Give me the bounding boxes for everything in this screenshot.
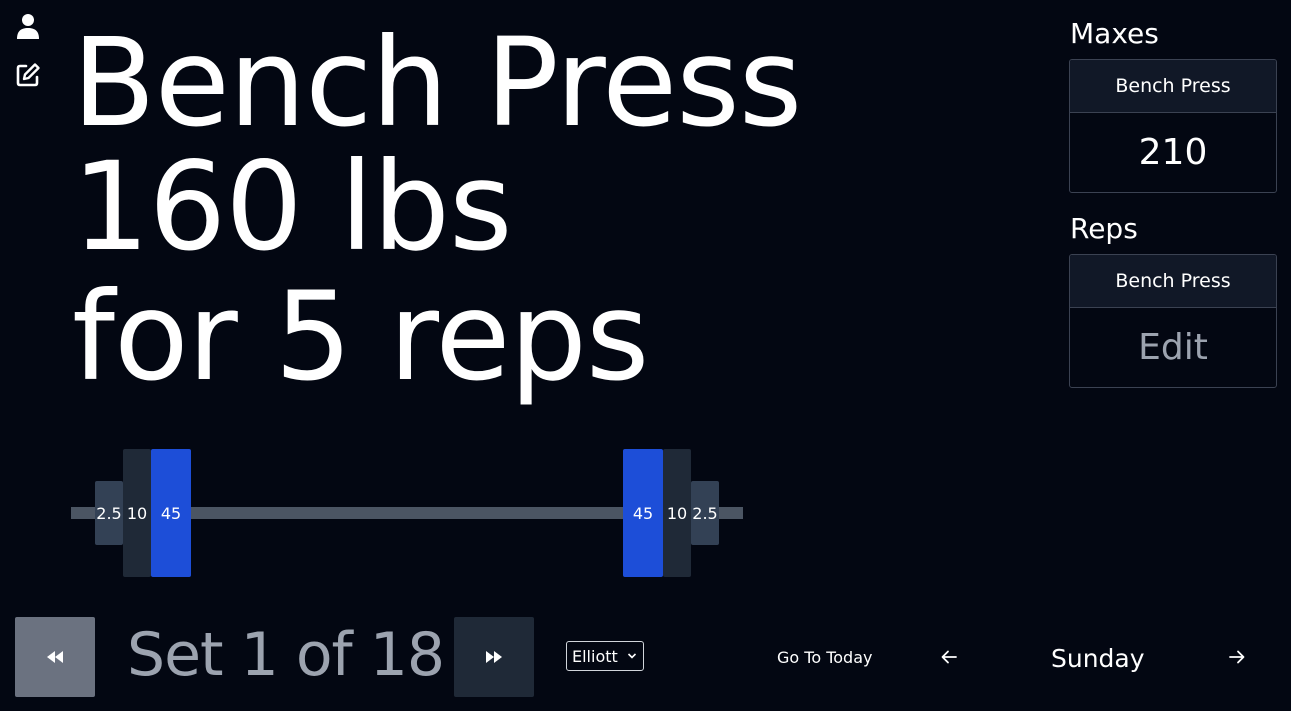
current-day: Sunday (1051, 644, 1145, 673)
rewind-icon (47, 651, 63, 663)
reps-title: Reps (1070, 212, 1138, 245)
next-set-button[interactable] (454, 617, 534, 697)
exercise-title: Bench Press (72, 12, 802, 154)
set-counter: Set 1 of 18 (127, 620, 445, 690)
user-select[interactable]: Elliott (566, 641, 644, 671)
reps-edit-button[interactable]: Edit (1070, 308, 1276, 387)
reps-label: for 5 reps (72, 266, 649, 408)
plate-left-2-5: 2.5 (95, 481, 123, 545)
plate-right-45: 45 (623, 449, 663, 577)
maxes-title: Maxes (1070, 17, 1159, 50)
reps-card: Bench Press Edit (1069, 254, 1277, 388)
fast-forward-icon (486, 651, 502, 663)
chevron-down-icon (627, 653, 637, 659)
reps-exercise-header: Bench Press (1070, 255, 1276, 308)
plate-right-10: 10 (663, 449, 691, 577)
arrow-right-icon[interactable] (1227, 647, 1247, 667)
user-select-value: Elliott (572, 646, 618, 666)
weight-label: 160 lbs (72, 136, 513, 278)
previous-set-button[interactable] (15, 617, 95, 697)
plate-right-2-5: 2.5 (691, 481, 719, 545)
arrow-left-icon[interactable] (939, 647, 959, 667)
maxes-exercise-header: Bench Press (1070, 60, 1276, 113)
go-to-today-button[interactable]: Go To Today (777, 648, 872, 667)
plate-left-10: 10 (123, 449, 151, 577)
edit-icon[interactable] (15, 62, 41, 88)
plate-left-45: 45 (151, 449, 191, 577)
maxes-value[interactable]: 210 (1070, 113, 1276, 192)
user-icon[interactable] (15, 13, 41, 39)
maxes-card: Bench Press 210 (1069, 59, 1277, 193)
